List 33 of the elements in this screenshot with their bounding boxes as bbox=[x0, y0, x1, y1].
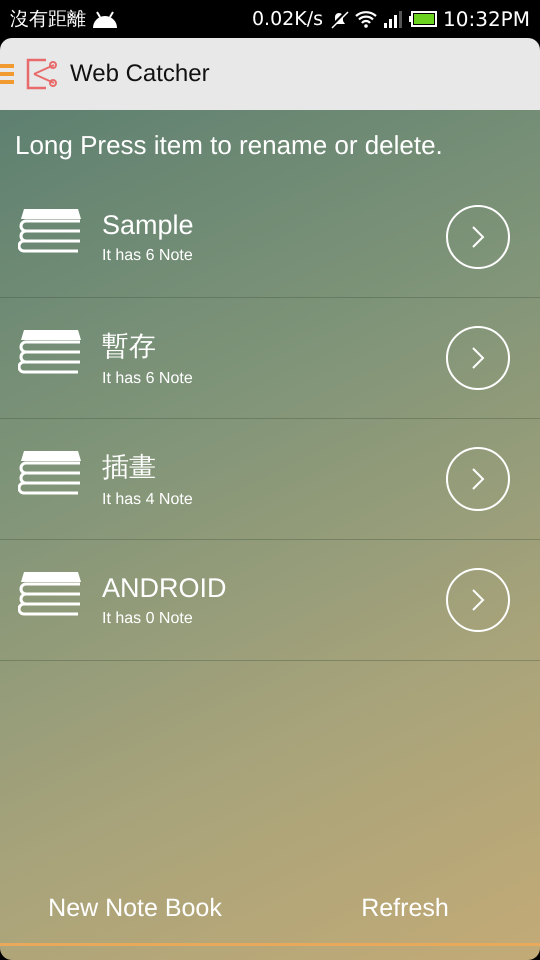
notebook-row[interactable]: 暫存 It has 6 Note bbox=[0, 298, 540, 419]
chevron-icon bbox=[471, 588, 485, 612]
battery-icon bbox=[409, 11, 438, 27]
notebook-name: ANDROID bbox=[102, 572, 228, 604]
note-count: It has 6 Note bbox=[102, 246, 194, 264]
network-speed: 0.02K/s bbox=[252, 8, 324, 30]
note-count: It has 4 Note bbox=[102, 491, 194, 509]
open-button[interactable] bbox=[446, 447, 510, 511]
hint-text: Long Press item to rename or delete. bbox=[14, 129, 444, 162]
chevron-icon bbox=[471, 225, 485, 249]
footer-button[interactable]: Refresh bbox=[270, 892, 540, 924]
open-button[interactable] bbox=[446, 326, 510, 390]
clock-time: 10:32PM bbox=[443, 7, 530, 31]
notebook-row[interactable]: 插畫 It has 4 Note bbox=[0, 419, 540, 540]
note-count: It has 6 Note bbox=[102, 370, 194, 388]
signal-icon bbox=[383, 10, 404, 28]
notebook-row[interactable]: Sample It has 6 Note bbox=[0, 177, 540, 298]
footer-button[interactable]: New Note Book bbox=[0, 892, 270, 924]
open-button[interactable] bbox=[446, 205, 510, 269]
note-count: It has 0 Note bbox=[102, 610, 194, 628]
notebook-name: 插畫 bbox=[102, 451, 157, 484]
notebook-name: Sample bbox=[102, 210, 195, 240]
notebook-name: 暫存 bbox=[102, 330, 157, 363]
app-title: Web Catcher bbox=[70, 60, 210, 88]
chevron-icon bbox=[471, 346, 485, 370]
wifi-icon bbox=[355, 10, 378, 28]
chevron-icon bbox=[471, 467, 485, 491]
menu-icon[interactable] bbox=[0, 63, 14, 85]
mute-icon bbox=[329, 9, 350, 29]
notebook-row[interactable]: ANDROID It has 0 Note bbox=[0, 540, 540, 661]
android-icon bbox=[92, 10, 118, 28]
carrier-text: 沒有距離 bbox=[10, 7, 86, 32]
open-button[interactable] bbox=[446, 568, 510, 632]
